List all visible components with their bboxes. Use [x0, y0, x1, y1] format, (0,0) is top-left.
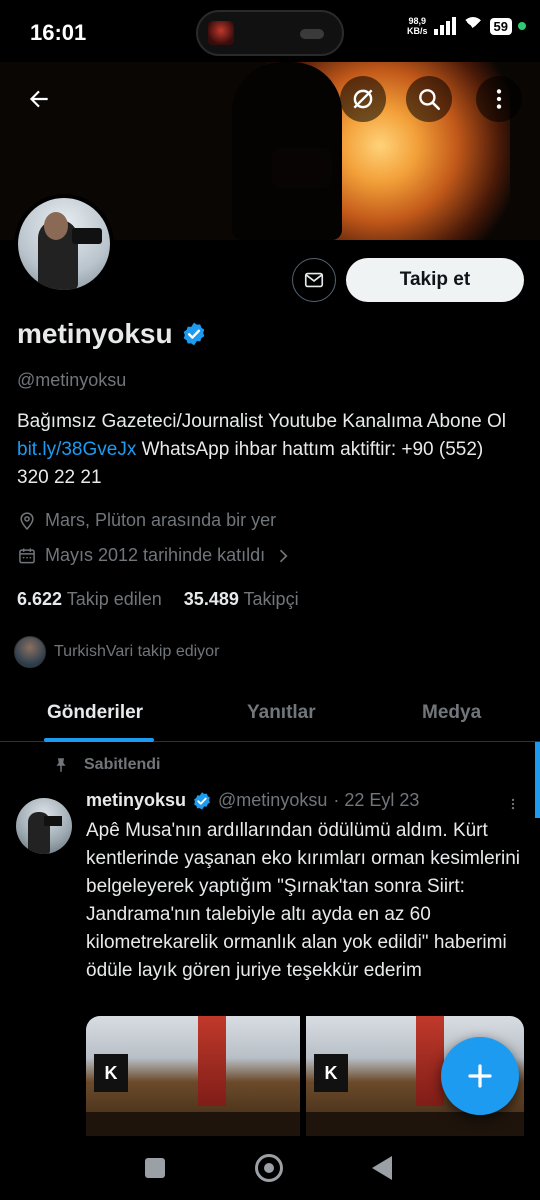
tab-media[interactable]: Medya — [422, 702, 481, 724]
tweet-avatar-camera — [44, 816, 62, 826]
network-speed: 98,9 KB/s — [407, 16, 428, 36]
pinned-label-row: Sabitlendi — [52, 756, 160, 774]
grok-button[interactable] — [340, 76, 386, 122]
more-vertical-icon — [511, 798, 515, 810]
status-bar: 16:01 98,9 KB/s 59 — [0, 0, 540, 62]
dynamic-island[interactable] — [196, 10, 344, 56]
back-button[interactable] — [16, 76, 62, 122]
tab-replies[interactable]: Yanıtlar — [247, 702, 316, 724]
wifi-icon — [461, 17, 484, 39]
tweet-media-image[interactable]: K — [86, 1016, 300, 1136]
avatar-face — [44, 212, 68, 240]
slash-circle-icon — [353, 89, 373, 109]
pin-icon — [56, 758, 66, 772]
follow-stats: 6.622 Takip edilen 35.489 Takipçi — [17, 589, 299, 610]
profile-handle: @metinyoksu — [17, 370, 127, 390]
search-button[interactable] — [406, 76, 452, 122]
envelope-icon — [304, 272, 324, 288]
message-button[interactable] — [292, 258, 336, 302]
banner-head — [258, 70, 314, 134]
search-icon — [419, 89, 441, 111]
active-tab-indicator — [44, 738, 154, 742]
chevron-right-icon — [280, 549, 288, 562]
calendar-icon — [19, 548, 35, 563]
scrollbar[interactable] — [535, 742, 540, 818]
tweet-text: Apê Musa'nın ardıllarından ödülümü aldım… — [86, 820, 521, 981]
privacy-indicator-dot — [518, 22, 526, 30]
tweet-author-name[interactable]: metinyoksu — [86, 790, 186, 811]
bio-link[interactable]: bit.ly/38GveJx — [17, 439, 136, 460]
verified-badge-icon — [194, 791, 210, 810]
media-thumbnail — [208, 21, 234, 45]
flag-image — [198, 1016, 226, 1106]
home-button[interactable] — [255, 1154, 283, 1182]
media-logo: K — [94, 1054, 128, 1092]
battery-indicator: 59 — [489, 17, 512, 35]
location-pin-icon — [20, 511, 34, 530]
plus-icon — [468, 1064, 492, 1088]
banner-camera — [272, 148, 332, 188]
media-logo: K — [314, 1054, 348, 1092]
followers-stat[interactable]: 35.489 Takipçi — [184, 589, 299, 610]
compose-fab[interactable] — [441, 1037, 519, 1115]
name-row: metinyoksu — [17, 318, 207, 350]
followed-by-row[interactable]: TurkishVari takip ediyor — [14, 636, 219, 668]
tweet-more-button[interactable] — [506, 794, 520, 819]
profile-avatar[interactable] — [14, 194, 114, 294]
media-crowd — [86, 1112, 300, 1136]
profile-bio: Bağımsız Gazeteci/Journalist Youtube Kan… — [17, 411, 507, 488]
arrow-left-icon — [29, 90, 48, 108]
avatar-camera — [72, 228, 102, 244]
tweet-header: metinyoksu @metinyoksu · 22 Eyl 23 — [86, 790, 419, 811]
tweet-avatar[interactable] — [16, 798, 72, 854]
follow-button[interactable]: Takip et — [346, 258, 524, 302]
following-stat[interactable]: 6.622 Takip edilen — [17, 589, 162, 610]
signal-icon — [433, 17, 456, 35]
flag-image — [416, 1016, 444, 1106]
profile-location: Mars, Plüton arasında bir yer — [17, 510, 276, 531]
more-vertical-icon — [496, 89, 502, 109]
system-nav-bar — [0, 1136, 540, 1200]
recents-button[interactable] — [145, 1158, 165, 1178]
verified-badge-icon[interactable] — [181, 321, 207, 347]
profile-tabs: Gönderiler Yanıtlar Medya — [0, 684, 540, 742]
island-indicator — [300, 29, 324, 39]
system-back-button[interactable] — [372, 1156, 392, 1180]
tweet-date[interactable]: · 22 Eyl 23 — [333, 790, 419, 811]
status-icons: 98,9 KB/s 59 — [407, 16, 526, 39]
follower-avatar — [14, 636, 46, 668]
display-name: metinyoksu — [17, 318, 173, 349]
tab-posts[interactable]: Gönderiler — [47, 702, 143, 724]
tweet-author-handle[interactable]: @metinyoksu — [218, 790, 327, 811]
status-time: 16:01 — [30, 20, 87, 45]
media-crowd — [306, 1112, 524, 1136]
profile-joined-date[interactable]: Mayıs 2012 tarihinde katıldı — [17, 545, 293, 566]
more-button[interactable] — [476, 76, 522, 122]
